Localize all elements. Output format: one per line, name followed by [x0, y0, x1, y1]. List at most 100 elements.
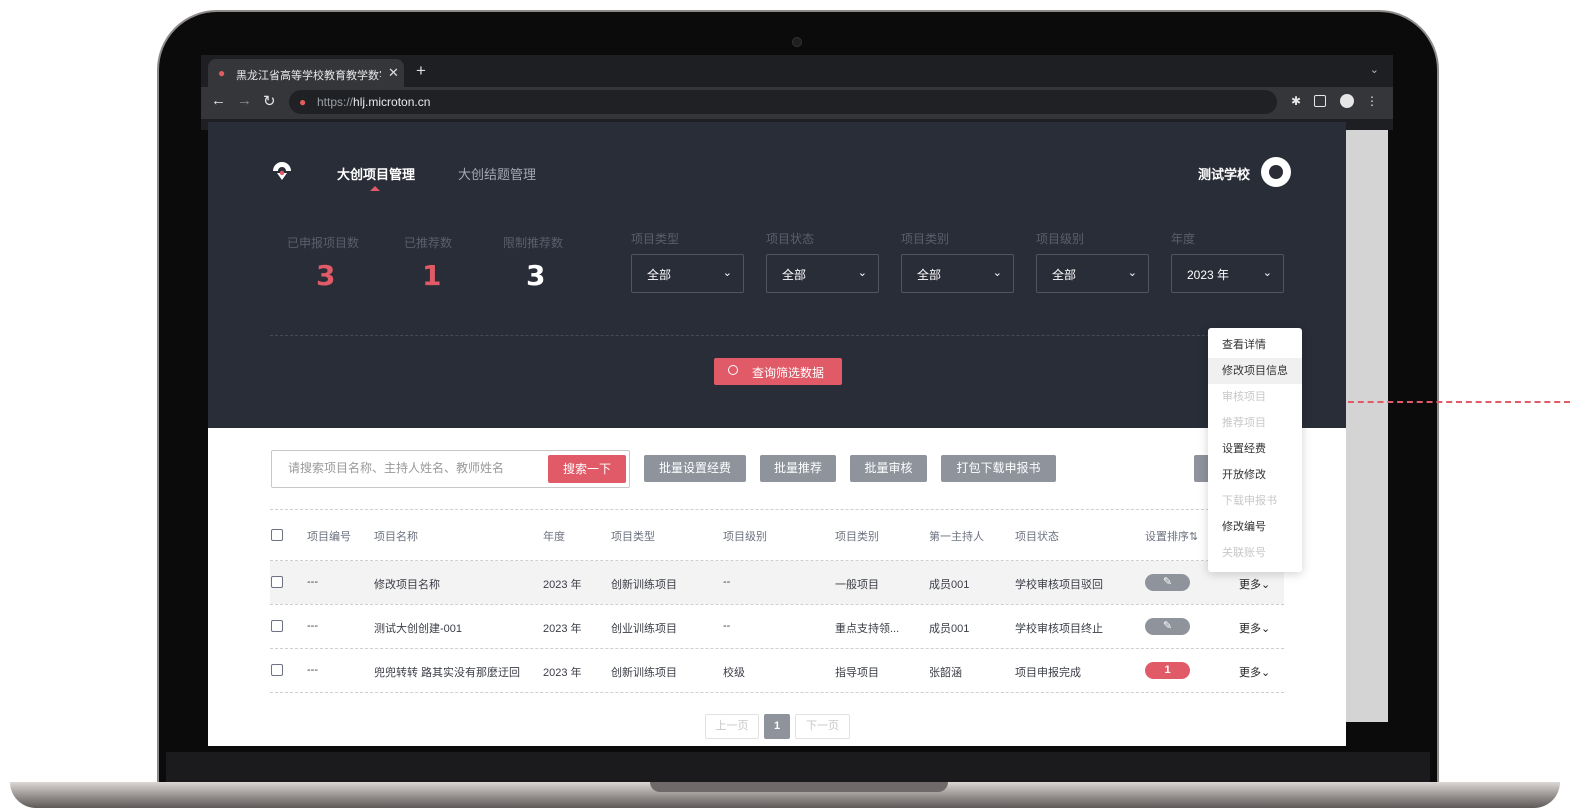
table-cell-type: 创新训练项目 — [611, 579, 677, 591]
table-cell-year: 2023 年 — [543, 579, 582, 591]
tab-list-icon[interactable]: ⌄ — [1370, 63, 1379, 76]
filter-value: 全部 — [1052, 268, 1077, 282]
column-header-status: 项目状态 — [1015, 531, 1059, 543]
sort-order-badge[interactable]: 1 — [1145, 662, 1190, 679]
filter-label-category: 项目类别 — [901, 232, 950, 246]
batch-set-funding-button[interactable]: 批量设置经费 — [644, 455, 746, 482]
column-header-host: 第一主持人 — [929, 531, 984, 543]
app-logo-icon — [273, 162, 291, 180]
filter-select-type[interactable]: 全部 ⌄ — [631, 254, 744, 293]
screenshot-stage: ● 黑龙江省高等学校教育教学数字化 ✕ + ⌄ ← → ↻ ● https://… — [0, 0, 1570, 808]
more-actions-button[interactable]: 更多⌄ — [1239, 620, 1270, 636]
reload-icon[interactable]: ↻ — [263, 92, 276, 110]
filter-select-year[interactable]: 2023 年 ⌄ — [1171, 254, 1284, 293]
table-cell-type: 创业训练项目 — [611, 623, 677, 635]
column-header-id: 项目编号 — [307, 531, 351, 543]
site-favicon-icon: ● — [299, 95, 307, 109]
menu-item-set-funding[interactable]: 设置经费 — [1208, 436, 1302, 462]
nav-tab-project-management[interactable]: 大创项目管理 — [337, 164, 415, 183]
browser-chrome: ● 黑龙江省高等学校教育教学数字化 ✕ + ⌄ ← → ↻ ● https://… — [201, 55, 1393, 130]
table-cell-category: 重点支持领... — [835, 623, 900, 635]
chevron-down-icon: ⌄ — [1127, 267, 1137, 279]
laptop-notch — [650, 782, 948, 792]
address-bar[interactable]: ● https://hlj.microton.cn — [289, 90, 1277, 114]
table-cell-name: 修改项目名称 — [374, 579, 440, 591]
site-favicon-icon: ● — [218, 66, 226, 80]
browser-tab[interactable]: ● 黑龙江省高等学校教育教学数字化 ✕ — [208, 59, 404, 87]
close-tab-icon[interactable]: ✕ — [388, 65, 399, 81]
url-text: https://hlj.microton.cn — [317, 95, 431, 109]
menu-item-open-editing[interactable]: 开放修改 — [1208, 462, 1302, 488]
table-top-divider — [270, 509, 1284, 510]
filter-select-category[interactable]: 全部 ⌄ — [901, 254, 1014, 293]
menu-item-edit-number[interactable]: 修改编号 — [1208, 514, 1302, 540]
filter-value: 全部 — [782, 268, 807, 282]
search-button[interactable]: 搜索一下 — [548, 455, 626, 483]
sort-edit-icon[interactable]: ✎ — [1145, 618, 1190, 635]
page-scrollbar[interactable] — [1346, 130, 1388, 722]
column-header-year: 年度 — [543, 531, 565, 543]
column-header-level: 项目级别 — [723, 531, 767, 543]
filter-label-status: 项目状态 — [766, 232, 815, 246]
chevron-down-icon: ⌄ — [722, 267, 732, 279]
more-actions-dropdown: 查看详情 修改项目信息 审核项目 推荐项目 设置经费 开放修改 下载申报书 修改… — [1208, 328, 1302, 572]
menu-item-edit-project[interactable]: 修改项目信息 — [1208, 358, 1302, 384]
table-cell-status: 学校审核项目终止 — [1015, 623, 1103, 635]
profile-icon[interactable] — [1340, 94, 1354, 108]
row-checkbox[interactable] — [271, 664, 283, 676]
filter-value: 全部 — [647, 268, 672, 282]
back-arrow-icon[interactable]: ← — [211, 92, 226, 109]
table-cell-level: -- — [723, 620, 731, 632]
menu-item-link-account: 关联账号 — [1222, 547, 1266, 559]
sort-edit-icon[interactable]: ✎ — [1145, 574, 1190, 591]
select-all-checkbox[interactable] — [271, 529, 283, 541]
menu-item-recommend-project: 推荐项目 — [1222, 417, 1266, 429]
nav-tab-completion-management[interactable]: 大创结题管理 — [458, 164, 536, 183]
row-checkbox[interactable] — [271, 620, 283, 632]
table-row-divider — [270, 648, 1284, 649]
menu-item-review-project: 审核项目 — [1222, 391, 1266, 403]
school-name: 测试学校 — [1198, 167, 1251, 182]
chevron-down-icon: ⌄ — [992, 267, 1002, 279]
stat-label-submitted: 已申报项目数 — [287, 236, 360, 250]
menu-item-view-details[interactable]: 查看详情 — [1208, 332, 1302, 358]
filter-value: 全部 — [917, 268, 942, 282]
search-input[interactable] — [288, 461, 538, 475]
decorative-red-dashed-line — [1348, 401, 1570, 403]
table-cell-name: 兜兜转转 路其实没有那麼迂回 — [374, 667, 521, 679]
browser-menu-icon[interactable]: ⋮ — [1365, 94, 1379, 108]
batch-review-button[interactable]: 批量审核 — [850, 455, 927, 482]
filter-select-level[interactable]: 全部 ⌄ — [1036, 254, 1149, 293]
new-tab-button[interactable]: + — [416, 61, 426, 81]
row-checkbox[interactable] — [271, 576, 283, 588]
column-header-name: 项目名称 — [374, 531, 418, 543]
filter-label-type: 项目类型 — [631, 232, 680, 246]
extensions-puzzle-icon[interactable]: ✱ — [1289, 94, 1303, 108]
menu-item-download-application: 下载申报书 — [1222, 495, 1277, 507]
chevron-down-icon: ⌄ — [857, 267, 867, 279]
user-avatar[interactable] — [1261, 157, 1291, 187]
batch-download-button[interactable]: 打包下载申报书 — [941, 455, 1056, 482]
column-header-sort[interactable]: 设置排序⇅ — [1145, 528, 1198, 544]
column-header-category: 项目类别 — [835, 531, 879, 543]
filter-select-status[interactable]: 全部 ⌄ — [766, 254, 879, 293]
table-bottom-divider — [270, 692, 1284, 693]
browser-toolbar: ← → ↻ ● https://hlj.microton.cn ✱ ⋮ — [201, 87, 1393, 119]
table-cell-year: 2023 年 — [543, 667, 582, 679]
side-panel-icon[interactable] — [1314, 95, 1326, 107]
more-actions-button[interactable]: 更多⌄ — [1239, 576, 1270, 592]
table-cell-host: 成员001 — [929, 579, 970, 591]
forward-arrow-icon[interactable]: → — [237, 92, 252, 109]
next-page-button[interactable]: 下一页 — [795, 714, 850, 739]
webcam — [792, 37, 802, 47]
query-button-label: 查询筛选数据 — [752, 366, 825, 380]
more-actions-button[interactable]: 更多⌄ — [1239, 664, 1270, 680]
batch-recommend-button[interactable]: 批量推荐 — [760, 455, 836, 482]
query-filter-button[interactable]: 查询筛选数据 — [714, 358, 842, 385]
current-page-button[interactable]: 1 — [764, 714, 790, 739]
prev-page-button[interactable]: 上一页 — [705, 714, 759, 739]
filter-label-level: 项目级别 — [1036, 232, 1085, 246]
avatar-face-icon — [1269, 165, 1283, 179]
table-cell-name: 测试大创创建-001 — [374, 623, 463, 635]
filter-label-year: 年度 — [1171, 232, 1196, 246]
